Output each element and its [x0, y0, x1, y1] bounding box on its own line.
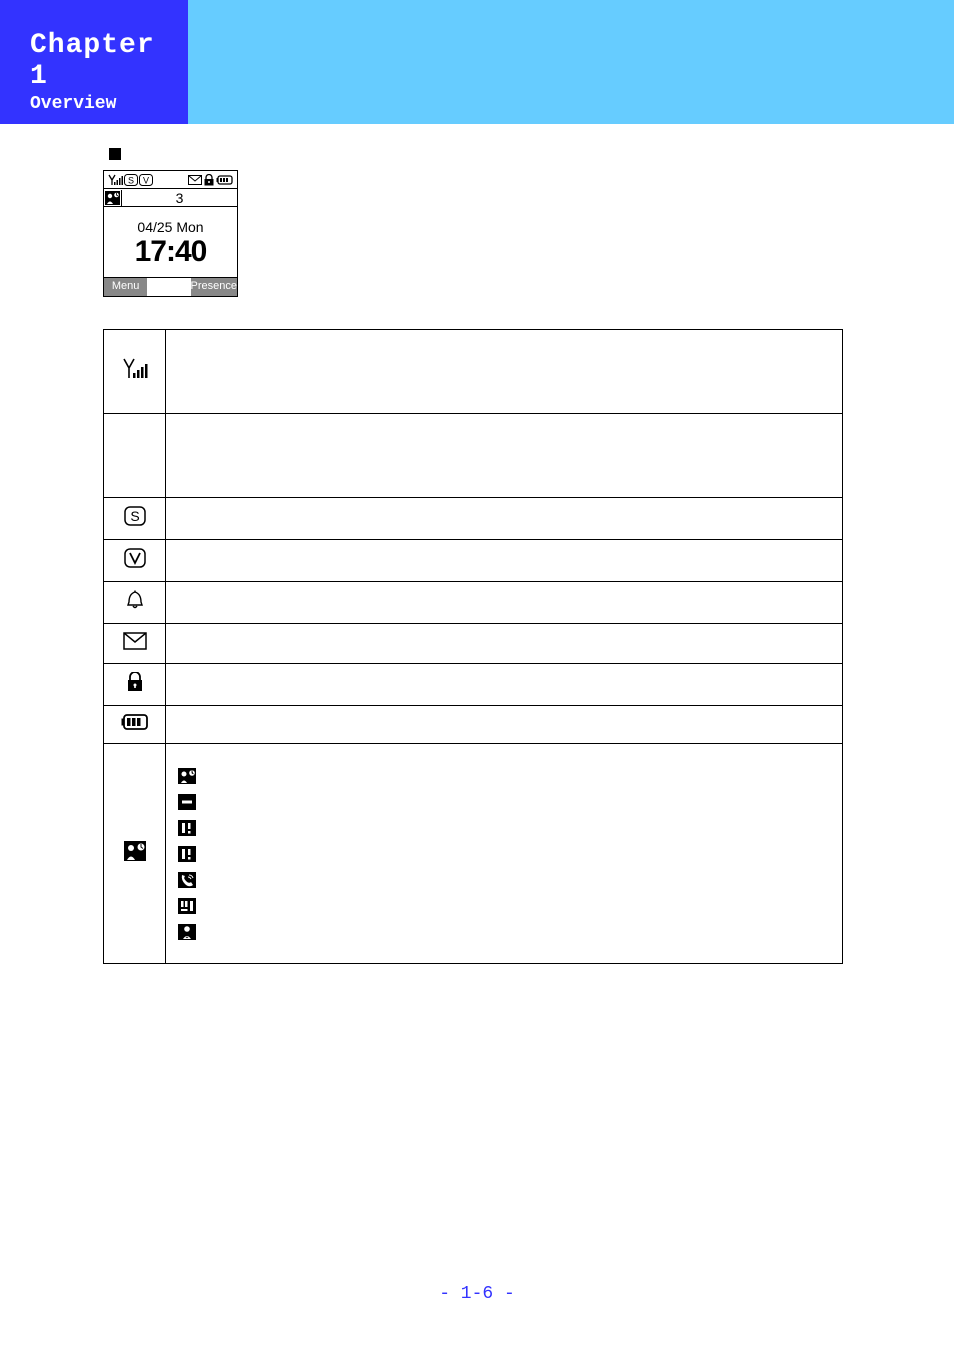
presence-count: 3: [122, 190, 237, 206]
time-text: 17:40: [104, 235, 237, 269]
antenna-icon: [121, 358, 149, 380]
presence-state-call-icon: [178, 872, 196, 888]
bell-desc: [166, 582, 843, 624]
antenna-desc: [166, 330, 843, 414]
chapter-banner: Chapter 1 Overview: [0, 0, 954, 124]
antenna-icon: [107, 174, 123, 186]
presence-state-alert2-icon: [178, 846, 196, 862]
bell-cell: [104, 582, 166, 624]
blank-desc: [166, 414, 843, 498]
clock-area: 04/25 Mon 17:40: [104, 207, 237, 278]
svg-text:S: S: [130, 508, 139, 524]
lock-desc: [166, 664, 843, 706]
envelope-icon: [188, 174, 202, 186]
blank-icon-cell: [104, 414, 166, 498]
presence-state-meeting-icon: [178, 898, 196, 914]
page-content: S V 3 04/25 Mon 17:40 Menu: [0, 124, 840, 964]
table-row: [104, 624, 843, 664]
presence-state-busy-icon: [178, 768, 196, 784]
envelope-cell: [104, 624, 166, 664]
softkey-bar: Menu Presence: [104, 278, 237, 296]
s-box-icon: S: [124, 506, 146, 526]
page-number: - 1-6 -: [439, 1284, 515, 1304]
svg-text:S: S: [128, 175, 134, 185]
battery-icon: [216, 174, 234, 186]
antenna-cell: [104, 330, 166, 414]
table-row: [104, 330, 843, 414]
presence-state-dnd-icon: [178, 794, 196, 810]
presence-state-alert1-icon: [178, 820, 196, 836]
table-row: [104, 540, 843, 582]
presence-busy-icon: [104, 190, 122, 206]
table-row: [104, 744, 843, 964]
svg-text:V: V: [143, 175, 149, 185]
v-box-cell: [104, 540, 166, 582]
table-row: [104, 664, 843, 706]
softkey-presence: Presence: [191, 278, 237, 296]
date-text: 04/25 Mon: [104, 219, 237, 235]
v-box-icon: [124, 548, 146, 568]
table-row: [104, 582, 843, 624]
phone-screen-illustration: S V 3 04/25 Mon 17:40 Menu: [103, 170, 238, 297]
table-row: [104, 706, 843, 744]
lock-cell: [104, 664, 166, 706]
battery-icon: [121, 714, 149, 730]
chapter-title: Chapter 1: [30, 30, 188, 92]
s-box-desc: [166, 498, 843, 540]
s-box-icon: S: [124, 174, 138, 186]
presence-cell: [104, 744, 166, 964]
presence-desc: [166, 744, 843, 964]
lock-icon: [203, 174, 215, 186]
v-box-icon: V: [139, 174, 153, 186]
chapter-subtitle: Overview: [30, 94, 188, 114]
presence-row: 3: [104, 189, 237, 207]
envelope-icon: [123, 632, 147, 650]
presence-state-unknown-icon: [178, 924, 196, 940]
table-row: S: [104, 498, 843, 540]
bell-icon: [125, 590, 145, 610]
status-bar: S V: [104, 171, 237, 189]
chapter-heading-block: Chapter 1 Overview: [0, 0, 188, 124]
softkey-menu: Menu: [104, 278, 147, 296]
softkey-middle-empty: [147, 278, 190, 296]
icon-legend-table: S: [103, 329, 843, 964]
section-bullet-icon: [109, 148, 121, 160]
s-box-cell: S: [104, 498, 166, 540]
battery-cell: [104, 706, 166, 744]
v-box-desc: [166, 540, 843, 582]
battery-desc: [166, 706, 843, 744]
envelope-desc: [166, 624, 843, 664]
page-footer: - 1-6 -: [0, 1284, 954, 1304]
presence-busy-icon: [124, 841, 146, 861]
table-row: [104, 414, 843, 498]
lock-icon: [126, 672, 144, 692]
